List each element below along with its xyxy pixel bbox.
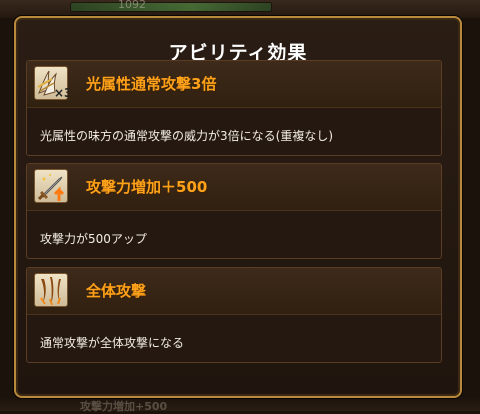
ability-description: 通常攻撃が全体攻撃になる <box>40 336 185 350</box>
ability-card-2[interactable]: 攻撃力増加＋500 攻撃力が500アップ <box>26 163 442 259</box>
ability-card-3[interactable]: 全体攻撃 通常攻撃が全体攻撃になる <box>26 267 442 363</box>
ability-description: 攻撃力が500アップ <box>40 232 147 246</box>
ability-description: 光属性の味方の通常攻撃の威力が3倍になる(重複なし) <box>40 129 334 143</box>
icon-badge-text: ×3 <box>54 86 69 100</box>
ability-name: 全体攻撃 <box>86 282 147 300</box>
background-bottom-strip <box>0 397 480 411</box>
ability-card-header: 全体攻撃 <box>27 268 441 315</box>
triple-slash-icon <box>34 273 68 307</box>
claw-x3-icon: ×3 <box>34 66 69 100</box>
ability-name: 光属性通常攻撃3倍 <box>86 75 217 93</box>
sword-up-icon <box>34 169 68 203</box>
ability-card-header: ×3 光属性通常攻撃3倍 <box>27 61 441 108</box>
ability-card-1[interactable]: ×3 光属性通常攻撃3倍 光属性の味方の通常攻撃の威力が3倍になる(重複なし) <box>26 60 442 156</box>
background-bottom-text: 攻撃力増加+500 <box>80 400 168 413</box>
background-hp-bar <box>70 2 272 12</box>
ability-name: 攻撃力増加＋500 <box>86 178 208 196</box>
background-hp-value: 1092 <box>118 0 146 11</box>
ability-card-header: 攻撃力増加＋500 <box>27 164 441 211</box>
